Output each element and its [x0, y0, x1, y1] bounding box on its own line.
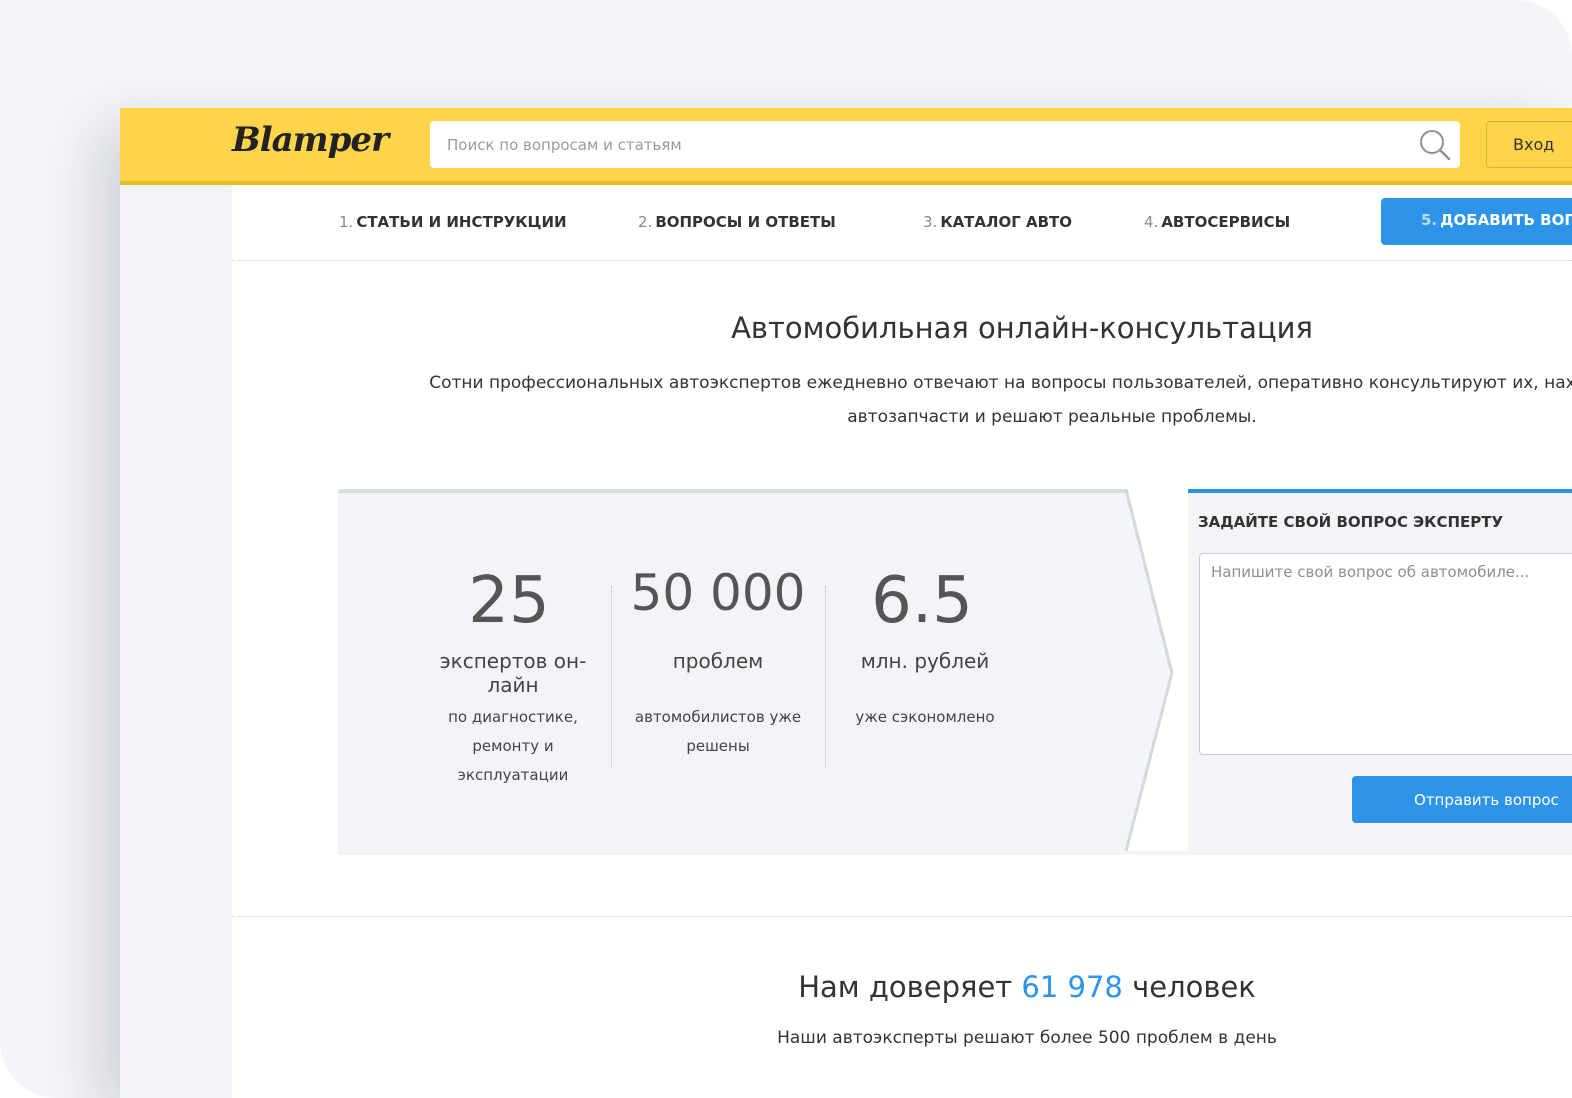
- trust-prefix: Нам доверяет: [798, 970, 1013, 1004]
- site-logo[interactable]: Blamper: [232, 120, 389, 160]
- nav-item-label: КАТАЛОГ АВТО: [940, 213, 1073, 231]
- stat-unit: экспертов он-лайн: [439, 649, 587, 697]
- search-box[interactable]: [430, 121, 1460, 168]
- nav-item-label: ВОПРОСЫ И ОТВЕТЫ: [655, 213, 836, 231]
- section-divider: [232, 916, 1572, 917]
- trust-suffix: человек: [1132, 970, 1256, 1004]
- panel-arrow-divider: [1124, 489, 1188, 851]
- stat-note: по диагностике, ремонту и эксплуатации: [448, 708, 578, 784]
- ask-title: ЗАДАЙТЕ СВОЙ ВОПРОС ЭКСПЕРТУ: [1198, 513, 1504, 531]
- login-button[interactable]: Вход: [1486, 121, 1572, 168]
- nav-item-number: 3.: [923, 213, 938, 231]
- stat-separator: [611, 586, 612, 768]
- main-nav: 1. СТАТЬИ И ИНСТРУКЦИИ 2. ВОПРОСЫ И ОТВЕТЫ…: [232, 185, 1572, 261]
- stat-value: 50 000: [630, 564, 806, 622]
- stat-unit: проблем: [672, 649, 764, 673]
- trust-count: 61 978: [1021, 970, 1123, 1004]
- send-question-button[interactable]: Отправить вопрос: [1352, 776, 1572, 823]
- stat-note: автомобилистов уже решены: [634, 708, 802, 755]
- trust-subtitle: Наши автоэксперты решают более 500 пробл…: [777, 1028, 1277, 1048]
- nav-item-number: 2.: [638, 213, 653, 231]
- ask-panel-accent: [1128, 489, 1572, 493]
- nav-item-label: СТАТЬИ И ИНСТРУКЦИИ: [356, 213, 567, 231]
- stat-value: 6.5: [871, 564, 973, 638]
- nav-item-label: АВТОСЕРВИСЫ: [1161, 213, 1291, 231]
- trust-heading: Нам доверяет 61 978 человек: [232, 970, 1572, 1004]
- nav-item-number: 4.: [1144, 213, 1159, 231]
- stat-note: уже сэкономлено: [855, 708, 995, 726]
- nav-item-number: 1.: [339, 213, 354, 231]
- nav-item-catalog[interactable]: 3. КАТАЛОГ АВТО: [923, 213, 1072, 231]
- hero-description: Сотни профессиональных автоэкспертов еже…: [429, 373, 1572, 427]
- stat-unit: млн. рублей: [860, 649, 990, 673]
- stat-value: 25: [468, 564, 550, 638]
- left-gutter: [120, 185, 232, 1098]
- stat-separator: [825, 586, 826, 768]
- search-input[interactable]: [430, 121, 1407, 168]
- nav-item-questions[interactable]: 2. ВОПРОСЫ И ОТВЕТЫ: [638, 213, 836, 231]
- header-bar: Blamper Вход: [120, 108, 1572, 185]
- nav-add-question-button[interactable]: 5. ДОБАВИТЬ ВОП: [1381, 198, 1572, 245]
- nav-item-label: ДОБАВИТЬ ВОП: [1440, 211, 1572, 229]
- search-icon[interactable]: [1418, 128, 1452, 162]
- browser-window: Blamper Вход 1.СТАТЬИ И ИНСТРУКЦИИ 2.ВОП…: [120, 108, 1572, 1098]
- nav-item-articles[interactable]: 1. СТАТЬИ И ИНСТРУКЦИИ: [339, 213, 567, 231]
- question-textarea[interactable]: [1199, 553, 1572, 755]
- nav-item-number: 5.: [1421, 211, 1438, 229]
- hero-title: Автомобильная онлайн-консультация: [731, 311, 1313, 345]
- nav-item-services[interactable]: 4. АВТОСЕРВИСЫ: [1144, 213, 1290, 231]
